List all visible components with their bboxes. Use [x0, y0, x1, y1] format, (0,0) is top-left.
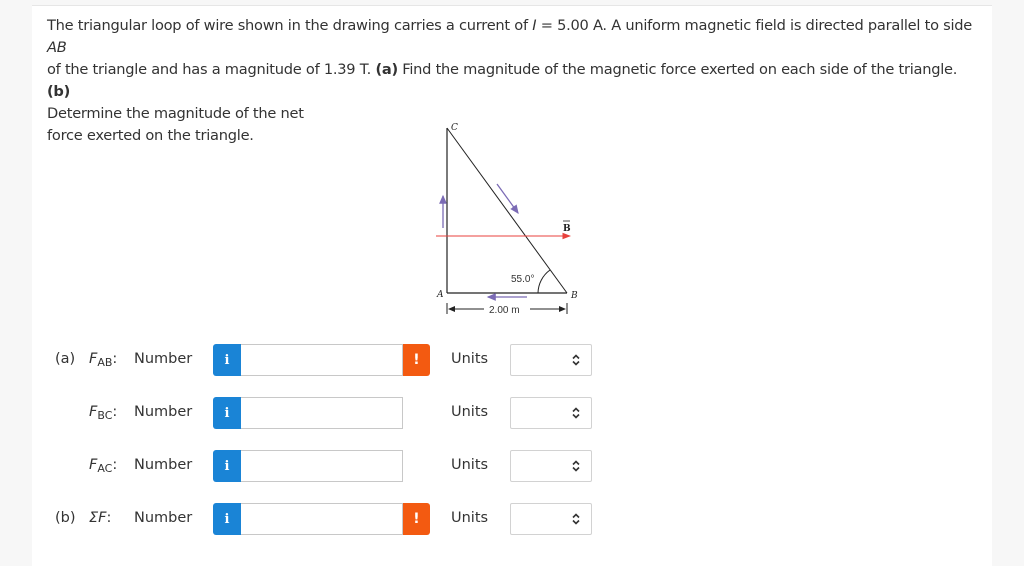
fab-units-select[interactable]: [510, 344, 592, 376]
info-icon: i: [224, 352, 230, 368]
net-force-units-select[interactable]: [510, 503, 592, 535]
answer-row-net-force: (b) ΣF: Number i ! Units: [0, 503, 1024, 535]
fbc-label: FBC:: [89, 404, 118, 422]
vertex-b-label: B: [570, 291, 578, 301]
number-label: Number: [134, 351, 193, 367]
number-label: Number: [134, 404, 193, 420]
info-button[interactable]: i: [213, 450, 241, 482]
info-icon: i: [224, 511, 230, 527]
angle-label: 55.0°: [511, 274, 534, 285]
current-arrow-bc: [496, 183, 519, 215]
vertex-a-label: A: [436, 290, 444, 300]
number-label: Number: [134, 457, 193, 473]
net-force-number-input[interactable]: [241, 503, 403, 535]
vertex-c-label: C: [451, 123, 458, 133]
length-label: 2.00 m: [489, 305, 520, 316]
question-line-2: of the triangle and has a magnitude of 1…: [47, 61, 958, 100]
fab-label: FAB:: [89, 351, 118, 369]
chevron-up-down-icon: [572, 513, 580, 525]
fac-number-input[interactable]: [241, 450, 403, 482]
units-label: Units: [451, 457, 489, 473]
fac-label: FAC:: [89, 457, 118, 475]
answer-row-fac: FAC: Number i Units: [0, 450, 1024, 482]
answer-row-fbc: FBC: Number i Units: [0, 397, 1024, 429]
warning-button[interactable]: !: [403, 344, 430, 376]
triangle-diagram: C A B B 55.0° 2.00 m: [436, 123, 578, 316]
net-force-label: ΣF:: [89, 510, 112, 526]
part-b-label: (b): [55, 510, 76, 526]
units-label: Units: [451, 404, 489, 420]
warning-icon: !: [413, 511, 420, 527]
chevron-up-down-icon: [572, 354, 580, 366]
chevron-up-down-icon: [572, 407, 580, 419]
field-label: B: [563, 224, 571, 234]
fbc-units-select[interactable]: [510, 397, 592, 429]
info-button[interactable]: i: [213, 344, 241, 376]
info-button[interactable]: i: [213, 503, 241, 535]
part-a-label: (a): [55, 351, 76, 367]
chevron-up-down-icon: [572, 460, 580, 472]
question-line-1: The triangular loop of wire shown in the…: [47, 17, 973, 56]
info-button[interactable]: i: [213, 397, 241, 429]
fbc-number-input[interactable]: [241, 397, 403, 429]
answer-row-fab: (a) FAB: Number i ! Units: [0, 344, 1024, 376]
info-icon: i: [224, 405, 230, 421]
units-label: Units: [451, 351, 489, 367]
fab-number-input[interactable]: [241, 344, 403, 376]
fac-units-select[interactable]: [510, 450, 592, 482]
side-bc: [446, 127, 568, 294]
warning-button[interactable]: !: [403, 503, 430, 535]
number-label: Number: [134, 510, 193, 526]
angle-arc: [537, 269, 551, 294]
warning-icon: !: [413, 352, 420, 368]
info-icon: i: [224, 458, 230, 474]
units-label: Units: [451, 510, 489, 526]
